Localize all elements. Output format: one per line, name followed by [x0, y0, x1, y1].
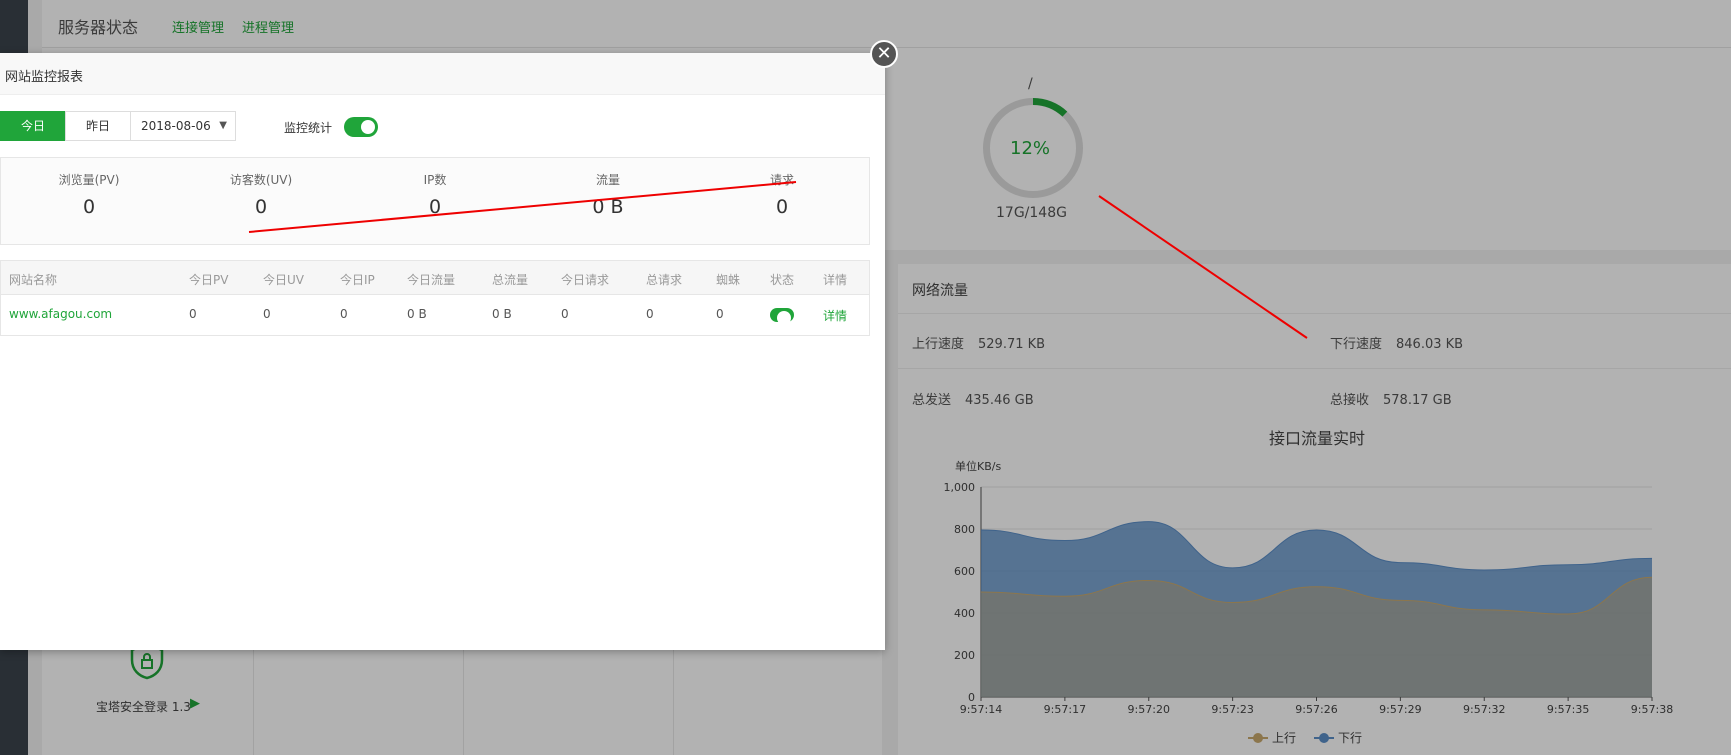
stat-label: 浏览量(PV)	[58, 173, 120, 187]
monitor-stats-label: 监控统计	[284, 121, 333, 135]
stat-item: 访客数(UV) 0	[176, 158, 346, 218]
stat-value: 0	[82, 196, 96, 218]
column-header: 今日请求	[561, 273, 610, 287]
column-header: 今日IP	[340, 273, 375, 287]
tab-today[interactable]: 今日	[0, 111, 66, 141]
stats-summary: 浏览量(PV) 0 访客数(UV) 0 IP数 0 流量 0 B 请求 0	[0, 157, 870, 245]
cell-traffic: 0 B	[407, 307, 427, 321]
stat-label: 请求	[769, 173, 794, 187]
cell-requests: 0	[561, 307, 569, 321]
stat-item: IP数 0	[350, 158, 520, 218]
site-table: 网站名称 今日PV 今日UV 今日IP 今日流量 总流量 今日请求 总请求 蜘蛛 状态 详情 www…	[0, 260, 870, 336]
stat-label: 访客数(UV)	[229, 173, 293, 187]
cell-uv: 0	[263, 307, 271, 321]
column-header: 今日流量	[407, 273, 456, 287]
column-header: 网站名称	[9, 273, 58, 287]
column-header: 今日PV	[189, 273, 229, 287]
stat-value: 0	[775, 196, 789, 218]
chevron-down-icon: ▼	[219, 120, 227, 131]
cell-spider: 0	[716, 307, 724, 321]
column-header: 总请求	[646, 273, 683, 287]
column-header: 状态	[770, 273, 795, 287]
detail-link[interactable]: 详情	[823, 307, 847, 324]
monitor-stats-toggle[interactable]	[344, 117, 378, 137]
stat-value: 0	[428, 196, 442, 218]
status-toggle[interactable]	[770, 308, 794, 325]
dialog-title: 网站监控报表	[0, 53, 885, 95]
table-row: www.afagou.com 0 0 0 0 B 0 B 0 0 0 详情	[1, 295, 869, 335]
column-header: 总流量	[492, 273, 529, 287]
column-header: 详情	[823, 273, 848, 287]
site-monitor-dialog: 网站监控报表 今日 昨日 2018-08-06 ▼ 监控统计 浏览量(PV) 0 访…	[0, 53, 885, 650]
column-header: 蜘蛛	[716, 273, 741, 287]
site-name-link[interactable]: www.afagou.com	[9, 307, 112, 321]
cell-pv: 0	[189, 307, 197, 321]
close-icon[interactable]: ✕	[870, 40, 898, 68]
date-value: 2018-08-06	[141, 119, 211, 133]
stat-value: 0	[254, 196, 268, 218]
date-select[interactable]: 2018-08-06 ▼	[130, 111, 236, 141]
stat-item: 请求 0	[697, 158, 867, 218]
cell-ip: 0	[340, 307, 348, 321]
stat-label: IP数	[423, 173, 447, 187]
stat-item: 浏览量(PV) 0	[4, 158, 174, 218]
table-header: 网站名称 今日PV 今日UV 今日IP 今日流量 总流量 今日请求 总请求 蜘蛛 状态 详情	[1, 261, 869, 295]
stat-value: 0 B	[592, 196, 624, 218]
tab-yesterday[interactable]: 昨日	[65, 111, 131, 141]
column-header: 今日UV	[263, 273, 304, 287]
cell-total-traffic: 0 B	[492, 307, 512, 321]
stat-label: 流量	[595, 173, 620, 187]
cell-total-requests: 0	[646, 307, 654, 321]
stat-item: 流量 0 B	[523, 158, 693, 218]
